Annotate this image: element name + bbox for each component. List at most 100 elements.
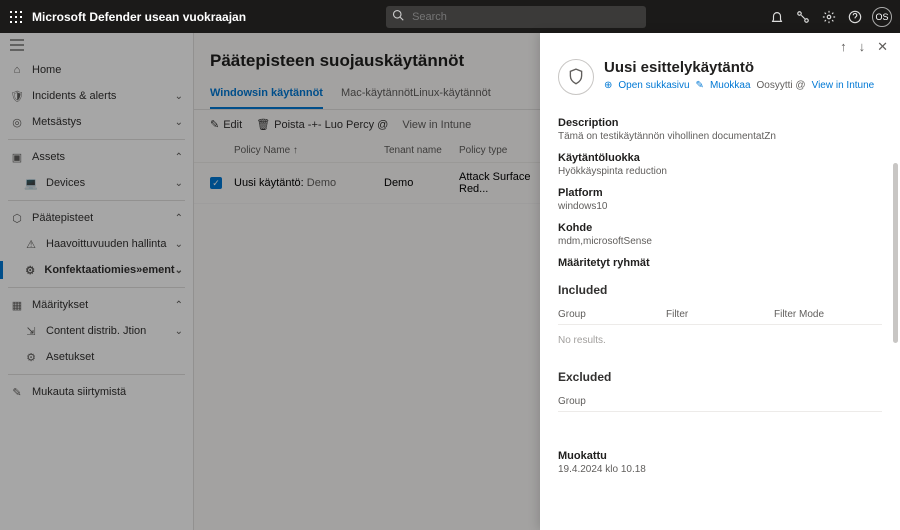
edit-icon: ✎ <box>10 385 24 399</box>
edit-button[interactable]: ✎Edit <box>210 118 242 131</box>
trash-icon: 🗑 <box>256 118 270 131</box>
modified-value: 19.4.2024 klo 10.18 <box>558 464 882 475</box>
laptop-icon: 💻 <box>24 176 38 190</box>
sidebar-item-label: Content distrib. Jtion <box>46 325 146 337</box>
chevron-down-icon: ⌄ <box>175 117 183 128</box>
sidebar-item-asetukset[interactable]: ⚙ Asetukset <box>0 344 193 370</box>
col-group: Group <box>558 396 882 407</box>
target-icon: ◎ <box>10 115 24 129</box>
tab-windows[interactable]: Windowsin käytännöt <box>210 81 323 109</box>
chevron-down-icon: ⌄ <box>175 91 183 102</box>
search-input[interactable] <box>386 6 646 28</box>
excluded-table-header: Group <box>558 392 882 412</box>
sidebar-item-label: Määritykset <box>32 299 88 311</box>
included-empty: No results. <box>558 325 882 356</box>
chevron-down-icon: ⌄ <box>175 178 183 189</box>
sidebar-item-devices[interactable]: 💻 Devices ⌄ <box>0 170 193 196</box>
config-icon: ⚙ <box>24 263 36 277</box>
arrow-down-icon[interactable]: ↓ <box>859 39 866 55</box>
tab-mac-linux[interactable]: Mac-käytännötLinux-käytännöt <box>341 81 491 109</box>
view-in-intune-button[interactable]: View in Intune <box>402 119 471 131</box>
sidebar-item-label: Incidents & alerts <box>32 90 116 102</box>
sidebar-item-vuln[interactable]: ⚠ Haavoittuvuuden hallinta ⌄ <box>0 231 193 257</box>
description-value: Tämä on testikäytännön vihollinen docume… <box>558 131 882 142</box>
col-group: Group <box>558 309 666 320</box>
sidebar-item-config[interactable]: ⚙ Konfektaatiomies»ement⌄ <box>0 257 193 283</box>
included-table-header: Group Filter Filter Mode <box>558 305 882 325</box>
notifications-icon[interactable] <box>764 4 790 30</box>
edit-link[interactable]: Muokkaa <box>710 80 751 91</box>
sidebar-item-content[interactable]: ⇲ Content distrib. Jtion ⌄ <box>0 318 193 344</box>
delete-button[interactable]: 🗑Poista -+- Luo Percy @ <box>256 118 388 131</box>
gear-icon: ⚙ <box>24 350 38 364</box>
app-title: Microsoft Defender usean vuokraajan <box>32 10 246 24</box>
help-icon[interactable] <box>842 4 868 30</box>
oosyytti-label: Oosyytti @ <box>757 80 806 91</box>
excluded-heading: Excluded <box>558 370 882 384</box>
sidebar-item-label: Haavoittuvuuden hallinta <box>46 238 166 250</box>
sidebar-item-customize[interactable]: ✎ Mukauta siirtymistä <box>0 379 193 405</box>
search-icon <box>392 9 404 21</box>
chevron-up-icon: ⌃ <box>175 152 183 163</box>
home-icon: ⌂ <box>10 63 24 77</box>
pencil-icon: ✎ <box>210 118 219 131</box>
hamburger-icon[interactable] <box>0 33 193 57</box>
chevron-down-icon: ⌄ <box>175 265 183 276</box>
chevron-down-icon: ⌄ <box>175 239 183 250</box>
shield-icon: 🛡 <box>10 89 24 103</box>
target-value: mdm,microsoftSense <box>558 236 882 247</box>
endpoint-icon: ⬡ <box>10 211 24 225</box>
view-in-intune-link[interactable]: View in Intune <box>812 80 875 91</box>
sidebar-item-assets[interactable]: ▣ Assets ⌃ <box>0 144 193 170</box>
sidebar-item-endpoints[interactable]: ⬡ Päätepisteet ⌃ <box>0 205 193 231</box>
sidebar-item-label: Päätepisteet <box>32 212 93 224</box>
sidebar-item-label: Devices <box>46 177 85 189</box>
col-filter-mode: Filter Mode <box>774 309 882 320</box>
sidebar-item-incidents[interactable]: 🛡 Incidents & alerts ⌄ <box>0 83 193 109</box>
col-filter: Filter <box>666 309 774 320</box>
vuln-icon: ⚠ <box>24 237 38 251</box>
details-panel: ↑ ↓ ✕ Uusi esittelykäytäntö ⊕ Open sukka… <box>540 33 900 530</box>
close-icon[interactable]: ✕ <box>877 39 888 55</box>
description-label: Description <box>558 117 882 129</box>
content-icon: ⇲ <box>24 324 38 338</box>
open-success-link[interactable]: Open sukkasivu <box>618 80 689 91</box>
topbar: Microsoft Defender usean vuokraajan OS <box>0 0 900 33</box>
sidebar-item-home[interactable]: ⌂ Home <box>0 57 193 83</box>
platform-value: windows10 <box>558 201 882 212</box>
cube-icon: ▣ <box>10 150 24 164</box>
target-label: Kohde <box>558 222 882 234</box>
sidebar-item-label: Home <box>32 64 61 76</box>
groups-label: Määritetyt ryhmät <box>558 257 882 269</box>
avatar[interactable]: OS <box>872 7 892 27</box>
panel-title: Uusi esittelykäytäntö <box>604 59 874 76</box>
pencil-icon: ✎ <box>696 80 704 91</box>
chevron-down-icon: ⌄ <box>175 326 183 337</box>
sidebar-item-label: Assets <box>32 151 65 163</box>
sidebar-item-label: Metsästys <box>32 116 82 128</box>
sidebar-item-label: Konfektaatiomies»ement <box>44 264 174 276</box>
arrow-up-icon[interactable]: ↑ <box>840 39 847 55</box>
settings-icon[interactable] <box>816 4 842 30</box>
platform-label: Platform <box>558 187 882 199</box>
waffle-icon[interactable] <box>8 9 24 25</box>
sidebar-item-hunting[interactable]: ◎ Metsästys ⌄ <box>0 109 193 135</box>
sidebar-item-settings-group[interactable]: ▦ Määritykset ⌃ <box>0 292 193 318</box>
col-tenant[interactable]: Tenant name <box>384 145 459 156</box>
chevron-up-icon: ⌃ <box>175 300 183 311</box>
connect-icon[interactable] <box>790 4 816 30</box>
scrollbar[interactable] <box>893 163 898 343</box>
shield-icon <box>558 59 594 95</box>
col-policy-name[interactable]: Policy Name ↑ <box>234 145 384 156</box>
grid-icon: ▦ <box>10 298 24 312</box>
sidebar-item-label: Asetukset <box>46 351 94 363</box>
category-value: Hyökkäyspinta reduction <box>558 166 882 177</box>
category-label: Käytäntöluokka <box>558 152 882 164</box>
modified-label: Muokattu <box>558 450 882 462</box>
sidebar: ⌂ Home 🛡 Incidents & alerts ⌄ ◎ Metsästys ⌄ ▣… <box>0 33 194 530</box>
sidebar-item-label: Mukauta siirtymistä <box>32 386 126 398</box>
plus-icon: ⊕ <box>604 80 612 91</box>
included-heading: Included <box>558 283 882 297</box>
chevron-up-icon: ⌃ <box>175 213 183 224</box>
checkbox-icon[interactable]: ✓ <box>210 177 222 189</box>
